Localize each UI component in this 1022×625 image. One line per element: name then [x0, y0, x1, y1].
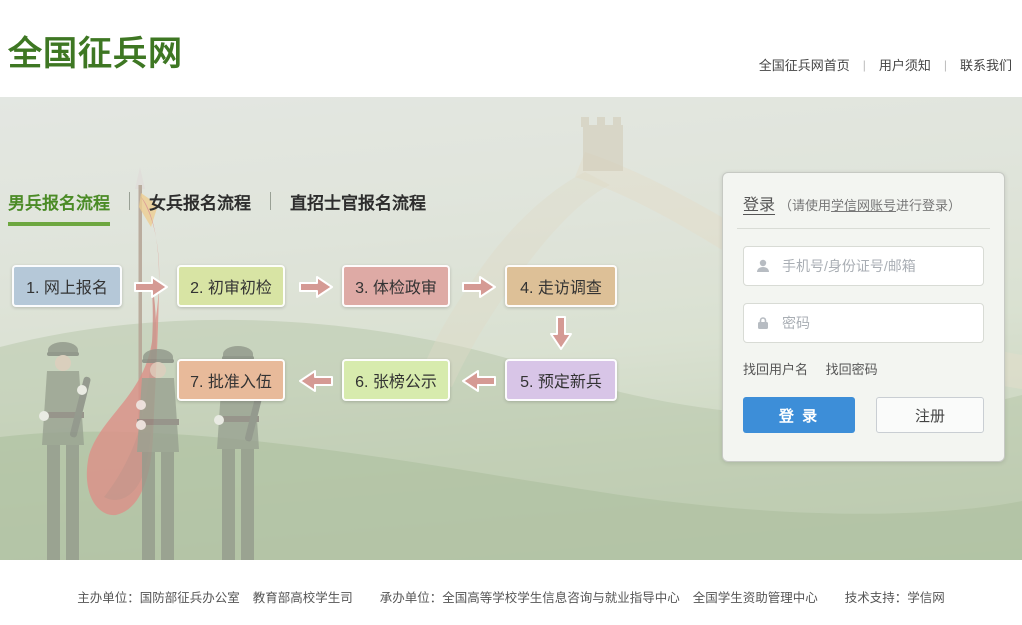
tab-male-enlist-flow[interactable]: 男兵报名流程 [8, 189, 110, 226]
nav-separator: | [944, 58, 947, 72]
flow-step-1-online-signup: 1. 网上报名 [12, 265, 122, 307]
flow-tabs: 男兵报名流程 女兵报名流程 直招士官报名流程 [8, 189, 426, 226]
username-field-wrap [743, 246, 984, 286]
login-divider [737, 228, 990, 229]
recover-password-link[interactable]: 找回密码 [826, 362, 878, 377]
register-button[interactable]: 注册 [876, 397, 984, 433]
lock-icon [755, 315, 771, 331]
flow-step-7-approve-enlistment: 7. 批准入伍 [177, 359, 285, 401]
password-input[interactable] [743, 303, 984, 343]
login-panel: 登录 （请使用学信网账号进行登录） 找回用户名 找回 [722, 172, 1005, 462]
tab-nco-enlist-flow[interactable]: 直招士官报名流程 [290, 189, 426, 222]
flow-step-2-initial-review: 2. 初审初检 [177, 265, 285, 307]
site-footer: 主办单位：国防部征兵办公室 教育部高校学生司 承办单位：全国高等学校学生信息咨询… [0, 560, 1022, 625]
username-input[interactable] [743, 246, 984, 286]
hero-section: 男兵报名流程 女兵报名流程 直招士官报名流程 1. 网上报名 2. 初审初检 3… [0, 97, 1022, 560]
login-note-prefix: （请使用 [779, 198, 831, 213]
tab-female-enlist-flow[interactable]: 女兵报名流程 [149, 189, 251, 222]
page: 全国征兵网 全国征兵网首页 | 用户须知 | 联系我们 [0, 0, 1022, 625]
flow-step-4-home-visit: 4. 走访调查 [505, 265, 617, 307]
nav-separator: | [863, 58, 866, 72]
footer-organizer-unit-2: 全国学生资助管理中心 [693, 587, 818, 625]
site-logo: 全国征兵网 [8, 26, 183, 75]
arrow-left-icon [299, 369, 333, 393]
footer-organizer-unit: 承办单位：全国高等学校学生信息咨询与就业指导中心 [380, 587, 680, 625]
arrow-down-icon [549, 316, 573, 350]
user-icon [755, 258, 771, 274]
arrow-right-icon [134, 275, 168, 299]
recover-username-link[interactable]: 找回用户名 [743, 362, 808, 377]
login-note: （请使用学信网账号进行登录） [779, 195, 961, 214]
top-nav: 全国征兵网首页 | 用户须知 | 联系我们 [759, 55, 1012, 74]
footer-host-unit: 主办单位：国防部征兵办公室 [77, 587, 240, 625]
nav-link-user-notice[interactable]: 用户须知 [879, 55, 931, 74]
flow-step-5-preselect-recruit: 5. 预定新兵 [505, 359, 617, 401]
login-buttons: 登 录 注册 [743, 397, 984, 433]
arrow-right-icon [299, 275, 333, 299]
tab-divider [270, 192, 271, 210]
arrow-left-icon [462, 369, 496, 393]
tab-divider [129, 192, 130, 210]
nav-link-home[interactable]: 全国征兵网首页 [759, 55, 850, 74]
arrow-right-icon [462, 275, 496, 299]
login-header: 登录 （请使用学信网账号进行登录） [743, 191, 984, 215]
flow-step-3-physical-political-exam: 3. 体检政审 [342, 265, 450, 307]
login-button[interactable]: 登 录 [743, 397, 855, 433]
footer-host-unit-2: 教育部高校学生司 [253, 587, 353, 625]
login-note-suffix: 进行登录） [896, 198, 961, 213]
login-title[interactable]: 登录 [743, 191, 775, 215]
password-field-wrap [743, 303, 984, 343]
footer-tech-support: 技术支持：学信网 [845, 587, 945, 625]
chsi-account-link[interactable]: 学信网账号 [831, 198, 896, 213]
site-header: 全国征兵网 全国征兵网首页 | 用户须知 | 联系我们 [0, 0, 1022, 97]
recover-links: 找回用户名 找回密码 [743, 359, 984, 378]
flow-step-6-public-notice: 6. 张榜公示 [342, 359, 450, 401]
nav-link-contact[interactable]: 联系我们 [960, 55, 1012, 74]
